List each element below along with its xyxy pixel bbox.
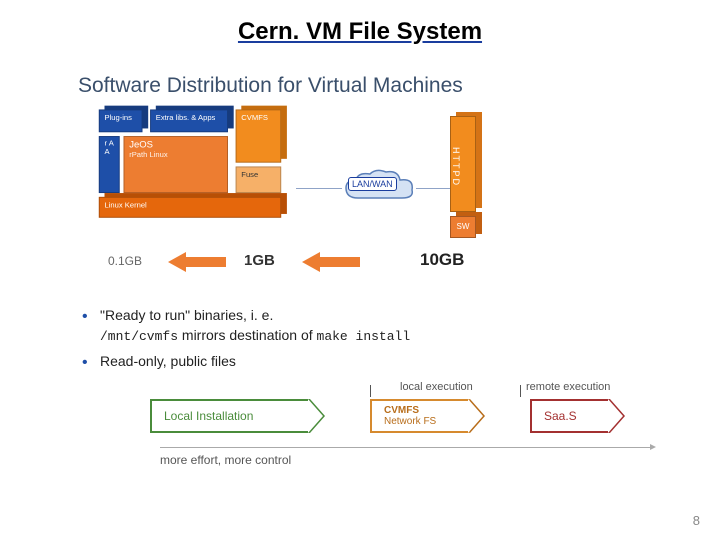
kernel-box: Linux Kernel [99,197,281,218]
bullet-1: "Ready to run" binaries, i. e. /mnt/cvmf… [82,306,622,346]
size-row: 0.1GB 1GB 10GB [90,252,650,282]
fuse-box: Fuse [236,166,282,193]
effort-axis-label: more effort, more control [160,453,291,467]
jeos-label-top: JeOS [129,140,222,150]
cloud-connector-right [416,188,450,189]
bullet-1-mono-2: make install [317,329,411,344]
extra-libs-box: Extra libs. & Apps [150,109,228,132]
jeos-label-bottom: rPath Linux [129,150,222,159]
page-number: 8 [693,513,700,528]
architecture-diagram: Plug-ins Extra libs. & Apps CVMFS r A A … [90,110,650,290]
size-0-1gb: 0.1GB [108,254,142,268]
size-1gb: 1GB [244,252,275,269]
cloud-connector-left [296,188,342,189]
bullet-1-mono-1: /mnt/cvmfs [100,329,178,344]
local-exec-label: local execution [400,381,473,393]
cloud-label: LAN/WAN [348,177,397,191]
local-installation-box: Local Installation [150,399,310,433]
sw-box: SW [450,216,476,238]
bullet-2: Read-only, public files [82,352,622,372]
divider-2 [520,385,521,397]
slide-title: Cern. VM File System [0,0,720,46]
plugins-box: Plug-ins [99,109,143,132]
remote-exec-label: remote execution [526,381,610,393]
network-fs-label: Network FS [384,416,436,427]
execution-diagram: local execution remote execution Local I… [90,395,650,465]
cvmfs-label: CVMFS [384,405,436,416]
client-stack: Plug-ins Extra libs. & Apps CVMFS r A A … [95,113,285,237]
cvmfs-box: CVMFS [236,109,282,162]
cvmfs-network-box: CVMFS Network FS [370,399,470,433]
saas-label: Saa.S [544,409,577,423]
arrow-left-1 [168,252,186,272]
effort-axis-arrow [160,447,650,448]
arrow-left-2 [302,252,320,272]
httpd-box: HTTPD [450,116,476,212]
divider-1 [370,385,371,397]
bullet-1-text-c: mirrors destination of [178,327,317,343]
bullet-list: "Ready to run" binaries, i. e. /mnt/cvmf… [82,306,622,371]
slide-subtitle: Software Distribution for Virtual Machin… [78,74,720,98]
saas-box: Saa.S [530,399,610,433]
size-10gb: 10GB [420,250,464,270]
local-installation-label: Local Installation [164,409,253,423]
bullet-1-text-a: "Ready to run" binaries, i. e. [100,307,273,323]
jeos-box: JeOS rPath Linux [124,136,229,193]
raa-box: r A A [99,136,120,193]
